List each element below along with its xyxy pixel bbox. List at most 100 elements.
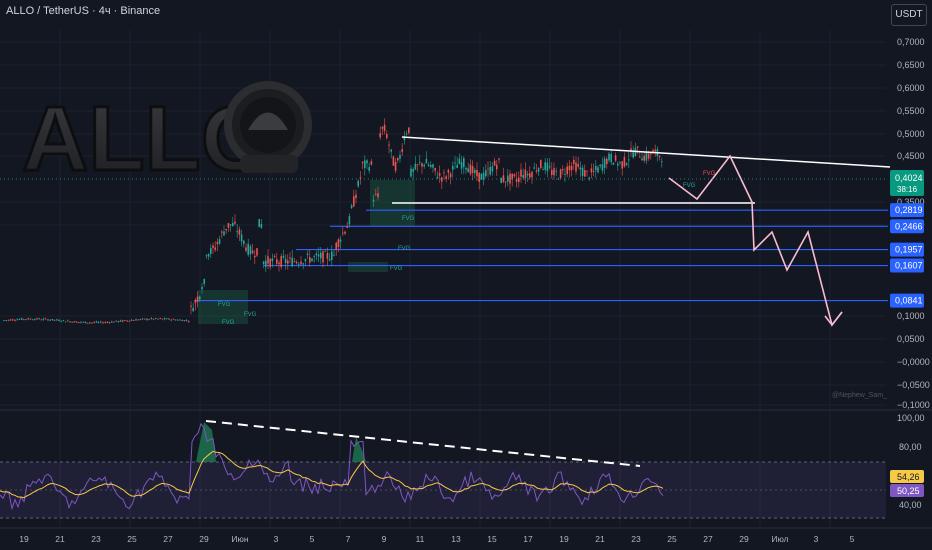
candle-body <box>658 156 661 157</box>
candle-body <box>432 164 434 168</box>
candle-body <box>282 255 285 258</box>
candle-body <box>157 318 159 320</box>
price-axis-label: 0,5500 <box>897 106 925 116</box>
candle-body <box>566 166 568 175</box>
candle-body <box>236 231 238 233</box>
candle-body <box>441 177 443 182</box>
date-axis[interactable]: 19 21 23 25 27 29 Июн 3 5 7 9 11 13 15 17 19 21 23 25 27 29 И… <box>19 534 854 544</box>
candle-body <box>80 321 82 323</box>
candle-body <box>177 319 179 321</box>
candle-body <box>12 319 14 321</box>
level-tag-label: 0,1607 <box>895 261 923 271</box>
candle-body <box>361 161 364 164</box>
candle-body <box>421 163 423 167</box>
candle-body <box>284 258 287 264</box>
fvg-label: FVG <box>218 302 231 308</box>
candle-body <box>84 321 87 324</box>
trendlines[interactable] <box>392 136 891 327</box>
candle-body <box>357 180 359 187</box>
level-tag-label: 0,0841 <box>895 296 923 306</box>
resistance-trendline <box>401 136 891 168</box>
candle-body <box>531 171 533 178</box>
candle-body <box>130 320 133 321</box>
candle-body <box>355 194 357 199</box>
candle-body <box>586 170 588 172</box>
candle-body <box>509 173 511 184</box>
candle-body <box>564 173 566 175</box>
candle-body <box>273 255 276 257</box>
candle-body <box>443 172 445 174</box>
candle-body <box>590 168 593 173</box>
price-axis-label: 0,7000 <box>897 37 925 47</box>
candle-body <box>240 234 243 242</box>
candle-body <box>463 158 465 167</box>
candle-body <box>214 247 216 250</box>
rsi-overbought-fill <box>196 422 216 462</box>
candle-body <box>40 319 43 321</box>
candle-body <box>524 169 527 178</box>
candle-body <box>25 319 27 321</box>
candle-body <box>188 321 190 323</box>
candle-body <box>91 322 93 324</box>
date-axis-label: Июл <box>771 534 788 544</box>
candle-body <box>119 320 122 322</box>
candle-body <box>485 170 487 177</box>
candle-body <box>53 319 56 321</box>
candle-body <box>579 167 582 170</box>
rsi-band <box>0 462 886 518</box>
candle-body <box>419 162 421 164</box>
candle-body <box>535 170 538 172</box>
candle-body <box>247 243 249 255</box>
date-axis-label: 29 <box>739 534 749 544</box>
candle-body <box>133 320 135 321</box>
candle-body <box>287 260 289 264</box>
candle-body <box>548 165 551 168</box>
candle-body <box>14 320 16 321</box>
candle-body <box>456 164 458 169</box>
candle-body <box>546 162 549 172</box>
candle-body <box>267 256 269 264</box>
candle-body <box>139 319 142 320</box>
candle-body <box>148 319 150 321</box>
candle-body <box>647 153 650 159</box>
candle-body <box>581 167 584 176</box>
candle-body <box>603 158 606 168</box>
candle-body <box>529 173 531 178</box>
candle-body <box>504 181 507 183</box>
candle-body <box>350 205 353 208</box>
candle-body <box>592 170 595 172</box>
fvg-zone <box>348 262 388 272</box>
candle-body <box>478 172 480 182</box>
candle-body <box>192 307 194 312</box>
candle-body <box>293 261 296 262</box>
candle-body <box>636 146 639 148</box>
date-axis-label: 21 <box>55 534 65 544</box>
price-axis-label: 0,0500 <box>897 334 925 344</box>
candle-body <box>172 318 175 320</box>
candle-body <box>414 163 417 170</box>
candle-body <box>137 319 139 321</box>
candle-body <box>520 169 522 177</box>
candle-body <box>152 318 155 320</box>
candle-body <box>23 318 25 320</box>
candle-body <box>322 251 324 263</box>
candle-body <box>221 231 223 233</box>
candle-body <box>89 322 91 324</box>
candle-body <box>511 173 513 180</box>
candle-body <box>117 321 120 322</box>
candle-body <box>300 261 302 265</box>
candle-body <box>199 296 201 300</box>
candle-body <box>390 149 392 152</box>
rsi-pane[interactable]: 100,00 80,00 40,00 54,26 50,25 <box>0 409 932 519</box>
fvg-label: FVG <box>244 312 257 318</box>
candle-body <box>612 162 615 165</box>
candle-body <box>436 176 439 179</box>
chart-canvas[interactable]: ALLO FVG FVG FVG FVG FVG FVG FVG FVG 0,7… <box>0 0 932 550</box>
candle-body <box>331 251 333 260</box>
candle-body <box>333 254 335 256</box>
rsi-axis-label: 40,00 <box>899 500 922 510</box>
date-axis-label: 19 <box>559 534 569 544</box>
candle-body <box>227 223 230 228</box>
candle-body <box>641 158 643 161</box>
price-axis-label: −0,0500 <box>897 380 930 390</box>
